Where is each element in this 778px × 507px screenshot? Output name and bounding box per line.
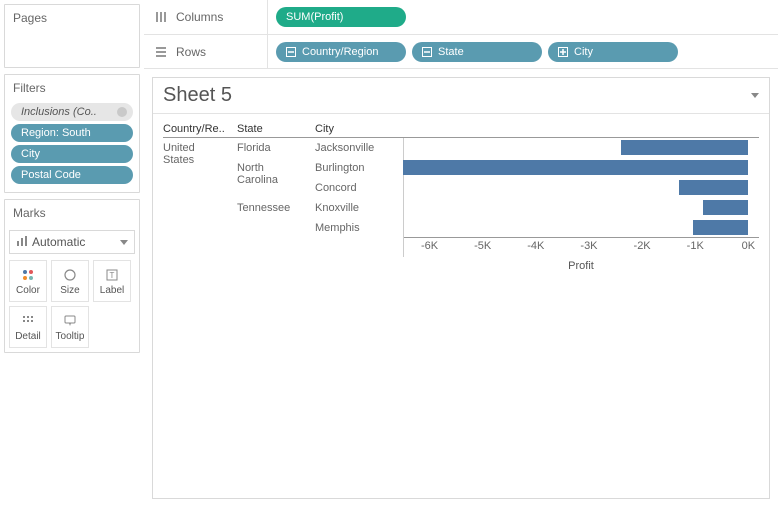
marks-type-dropdown[interactable]: Automatic <box>9 230 135 254</box>
columns-pill-profit[interactable]: SUM(Profit) <box>276 7 406 27</box>
tooltip-icon <box>63 313 77 329</box>
bar[interactable] <box>693 220 749 235</box>
size-icon <box>63 267 77 283</box>
filter-pill-region[interactable]: Region: South <box>11 124 133 142</box>
city-label[interactable]: Knoxville <box>315 198 403 218</box>
rows-icon <box>154 46 168 58</box>
marks-type-label: Automatic <box>32 235 85 249</box>
pages-label: Pages <box>5 5 139 31</box>
minus-box-icon <box>286 47 296 57</box>
bar[interactable] <box>703 200 748 215</box>
city-label[interactable]: Concord <box>315 178 403 198</box>
columns-pill-profit-label: SUM(Profit) <box>286 11 343 23</box>
bar[interactable] <box>403 160 748 175</box>
marks-label-label: Label <box>100 285 124 296</box>
rows-pill-country[interactable]: Country/Region <box>276 42 406 62</box>
color-icon <box>21 267 35 283</box>
chevron-down-icon <box>120 240 128 245</box>
axis-tick: -5K <box>474 240 491 252</box>
columns-shelf-label: Columns <box>176 10 223 24</box>
city-label[interactable]: Jacksonville <box>315 138 403 158</box>
rows-pill-city[interactable]: City <box>548 42 678 62</box>
country-label[interactable]: United States <box>163 138 237 272</box>
columns-shelf[interactable]: Columns SUM(Profit) <box>144 0 778 34</box>
city-label[interactable]: Burlington <box>315 158 403 178</box>
columns-icon <box>154 11 168 23</box>
axis-tick: 0K <box>742 240 755 252</box>
axis-tick: -1K <box>687 240 704 252</box>
rows-shelf[interactable]: Rows Country/Region State City <box>144 34 778 68</box>
viz-area: Sheet 5 Country/Re.. State City United S… <box>152 77 770 499</box>
marks-label-button[interactable]: T Label <box>93 260 131 302</box>
rows-pill-country-label: Country/Region <box>302 46 378 58</box>
marks-size-button[interactable]: Size <box>51 260 89 302</box>
marks-tooltip-label: Tooltip <box>56 331 85 342</box>
marks-panel: Marks Automatic <box>4 199 140 353</box>
marks-detail-button[interactable]: Detail <box>9 306 47 348</box>
axis-tick: -4K <box>527 240 544 252</box>
rows-pill-city-label: City <box>574 46 593 58</box>
filter-pill-postal[interactable]: Postal Code <box>11 166 133 184</box>
bar-chart-icon <box>16 235 28 250</box>
marks-color-button[interactable]: Color <box>9 260 47 302</box>
header-city[interactable]: City <box>315 123 403 137</box>
bar[interactable] <box>621 140 749 155</box>
state-label[interactable]: North Carolina <box>237 158 315 198</box>
rows-shelf-label: Rows <box>176 45 206 59</box>
bar[interactable] <box>679 180 748 195</box>
plus-box-icon <box>558 47 568 57</box>
state-label[interactable]: Tennessee <box>237 198 315 238</box>
sheet-title[interactable]: Sheet 5 <box>163 84 232 107</box>
filter-pill-inclusions[interactable]: Inclusions (Co.. <box>11 103 133 121</box>
header-country[interactable]: Country/Re.. <box>163 123 237 137</box>
marks-size-label: Size <box>60 285 79 296</box>
axis-tick: -2K <box>634 240 651 252</box>
minus-box-icon <box>422 47 432 57</box>
axis-tick: -6K <box>421 240 438 252</box>
header-state[interactable]: State <box>237 123 315 137</box>
label-icon: T <box>105 267 119 283</box>
filters-label: Filters <box>5 75 139 101</box>
x-axis[interactable]: -6K -5K -4K -3K -2K -1K 0K <box>403 238 759 258</box>
pages-panel: Pages <box>4 4 140 68</box>
rows-pill-state[interactable]: State <box>412 42 542 62</box>
chevron-down-icon[interactable] <box>751 93 759 98</box>
shelves: Columns SUM(Profit) Rows <box>144 0 778 69</box>
marks-color-label: Color <box>16 285 40 296</box>
marks-tooltip-button[interactable]: Tooltip <box>51 306 89 348</box>
marks-detail-label: Detail <box>15 331 41 342</box>
rows-pill-state-label: State <box>438 46 464 58</box>
detail-icon <box>21 313 35 329</box>
axis-tick: -3K <box>580 240 597 252</box>
city-label[interactable]: Memphis <box>315 218 403 238</box>
state-label[interactable]: Florida <box>237 138 315 158</box>
axis-title: Profit <box>403 260 759 272</box>
svg-text:T: T <box>110 271 115 280</box>
marks-label: Marks <box>5 200 139 226</box>
filters-panel: Filters Inclusions (Co.. Region: South C… <box>4 74 140 193</box>
filter-pill-city[interactable]: City <box>11 145 133 163</box>
